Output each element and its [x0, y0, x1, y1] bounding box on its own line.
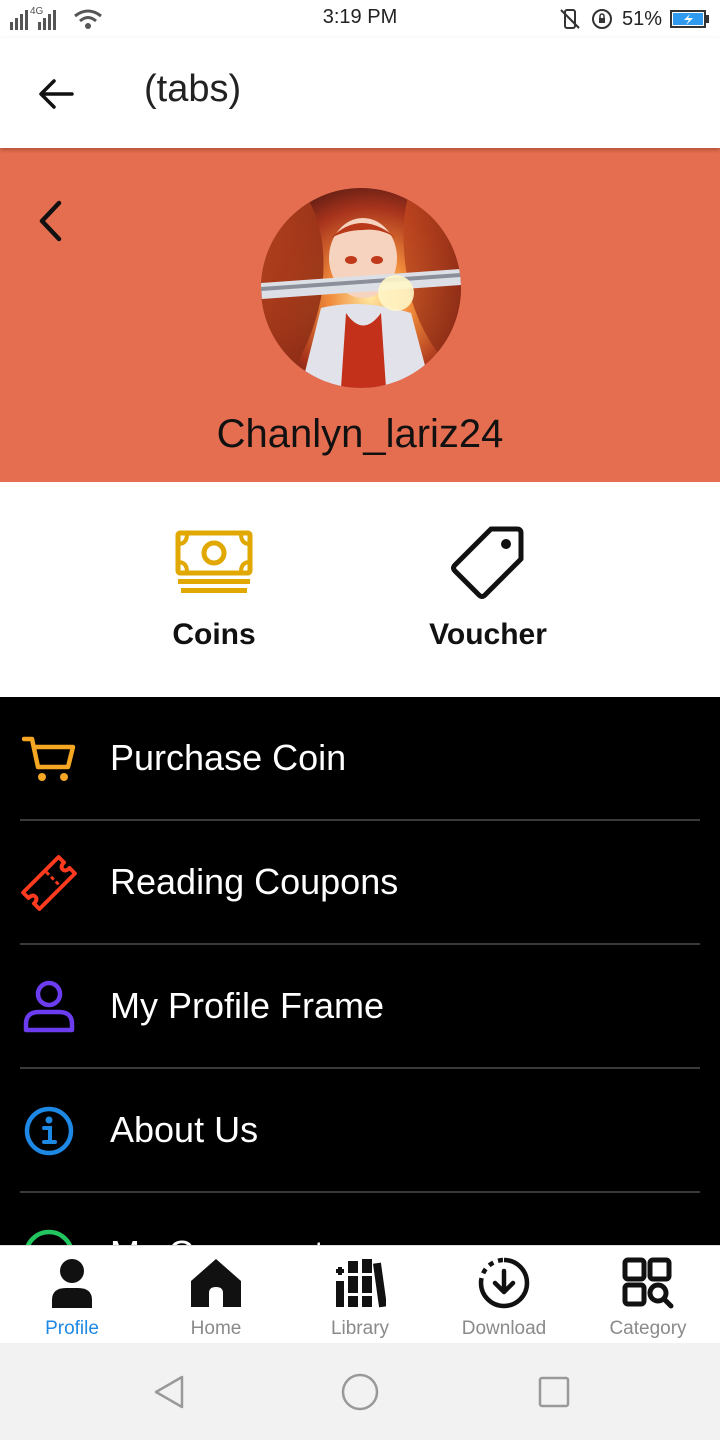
menu-item-reading-coupons[interactable]: Reading Coupons	[20, 821, 700, 945]
menu-item-purchase-coin[interactable]: Purchase Coin	[20, 697, 700, 821]
nav-label: Download	[461, 1318, 547, 1339]
cash-icon	[175, 530, 253, 593]
status-right: 51%	[558, 6, 710, 32]
menu-item-label: My Profile Frame	[110, 985, 385, 1026]
nav-item-home[interactable]: Home	[144, 1254, 288, 1342]
rotation-lock-icon	[591, 9, 612, 29]
app-bar: (tabs)	[0, 38, 720, 148]
nav-label: Library	[330, 1318, 390, 1339]
person-icon	[52, 1259, 92, 1308]
nav-label: Profile	[45, 1318, 99, 1339]
bottom-nav: Profile Home Library Download Category	[0, 1245, 720, 1343]
profile-back-button[interactable]	[28, 194, 72, 248]
back-button[interactable]	[28, 70, 84, 118]
nav-label: Home	[190, 1318, 242, 1339]
comment-icon	[25, 1229, 73, 1245]
nav-item-category[interactable]: Category	[576, 1254, 720, 1342]
nav-item-download[interactable]: Download	[432, 1254, 576, 1342]
menu-item-label: My Comment	[110, 1233, 324, 1245]
status-bar: 4G 3:19 PM 51%	[0, 0, 720, 38]
menu-item-my-comment[interactable]: My Comment	[20, 1193, 700, 1245]
arrow-left-icon	[39, 79, 74, 109]
system-home-button[interactable]	[339, 1371, 381, 1413]
menu-item-about-us[interactable]: About Us	[20, 1069, 700, 1193]
battery-percent: 51%	[621, 7, 662, 30]
voucher-button[interactable]: Voucher	[388, 522, 588, 662]
nav-item-library[interactable]: Library	[288, 1254, 432, 1342]
ticket-icon	[21, 855, 77, 911]
category-icon	[622, 1257, 674, 1309]
nav-item-profile[interactable]: Profile	[0, 1254, 144, 1342]
menu-item-profile-frame[interactable]: My Profile Frame	[20, 945, 700, 1069]
nav-label: Category	[609, 1318, 687, 1339]
square-recents-icon	[538, 1376, 570, 1408]
cart-icon	[22, 736, 76, 781]
battery-icon	[670, 10, 709, 28]
home-icon	[191, 1259, 241, 1307]
vibrate-off-icon	[560, 9, 580, 29]
coins-label: Coins	[172, 618, 256, 651]
system-recents-button[interactable]	[533, 1371, 575, 1413]
menu-item-label: About Us	[110, 1109, 259, 1150]
circle-home-icon	[341, 1373, 379, 1411]
system-nav-bar	[0, 1343, 720, 1440]
page-title: (tabs)	[144, 68, 242, 110]
profile-header: Chanlyn_lariz24	[0, 148, 720, 482]
menu-list: Purchase Coin Reading Coupons My Profile…	[0, 697, 720, 1245]
triangle-back-icon	[154, 1375, 184, 1409]
system-back-button[interactable]	[148, 1371, 190, 1413]
download-icon	[478, 1257, 530, 1309]
username: Chanlyn_lariz24	[216, 412, 504, 456]
avatar-image	[261, 188, 461, 388]
coins-button[interactable]: Coins	[114, 522, 314, 662]
info-icon	[24, 1106, 74, 1156]
menu-item-label: Purchase Coin	[110, 737, 347, 778]
chevron-left-icon	[39, 200, 62, 242]
wallet-row: Coins Voucher	[0, 482, 720, 697]
tag-icon	[451, 526, 524, 599]
library-icon	[336, 1259, 386, 1308]
voucher-label: Voucher	[429, 618, 547, 651]
user-icon	[23, 980, 75, 1033]
avatar[interactable]	[261, 188, 461, 388]
menu-item-label: Reading Coupons	[110, 861, 399, 902]
